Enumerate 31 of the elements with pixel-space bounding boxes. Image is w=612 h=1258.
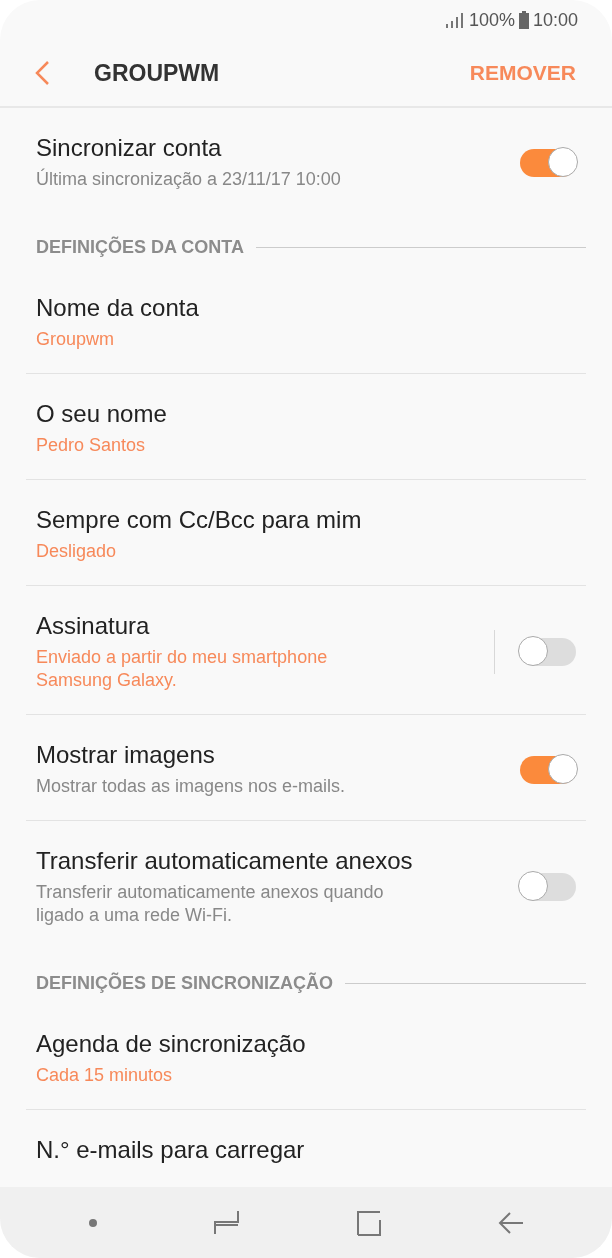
setting-subtitle: Desligado: [36, 540, 118, 563]
setting-title[interactable]: Agenda de sincronização: [36, 1030, 576, 1058]
page-title: GROUPWM: [94, 59, 221, 87]
battery-icon: [518, 11, 529, 29]
setting-subtitle: Enviado a partir do meu smartphone Samsung Galaxy.: [36, 646, 329, 692]
setting-subtitle: Cada 15 minutos: [36, 1064, 174, 1087]
setting-subtitle: Pedro Santos: [36, 434, 147, 457]
toggle-switch[interactable]: [520, 873, 576, 901]
toggle-switch[interactable]: [520, 148, 576, 177]
setting-title[interactable]: N.° e-mails para carregar: [36, 1136, 576, 1164]
setting-title[interactable]: Sincronizar conta: [36, 134, 520, 162]
battery-percentage: 100%: [468, 9, 515, 31]
setting-title[interactable]: Sempre com Cc/Bcc para mim: [36, 506, 576, 534]
signal-icon: [444, 12, 465, 28]
setting-subtitle: Groupwm: [36, 328, 116, 351]
toggle-switch[interactable]: [520, 755, 576, 784]
toggle-switch[interactable]: [520, 638, 576, 666]
setting-title[interactable]: Nome da conta: [36, 294, 576, 322]
back-nav-button[interactable]: [498, 1209, 524, 1236]
dot-icon: [88, 1217, 98, 1228]
setting-subtitle: Transferir automaticamente anexos quando ligado a uma rede Wi-Fi.: [36, 881, 385, 927]
home-button[interactable]: [356, 1209, 382, 1236]
setting-title[interactable]: Mostrar imagens: [36, 741, 520, 769]
setting-subtitle: Mostrar todas as imagens nos e-mails.: [36, 775, 347, 798]
setting-subtitle: Última sincronização a 23/11/17 10:00: [36, 168, 342, 191]
setting-title[interactable]: Transferir automaticamente anexos: [36, 847, 520, 875]
clock: 10:00: [532, 9, 578, 31]
section-header: DEFINIÇÕES DA CONTA: [36, 237, 244, 258]
setting-title[interactable]: Assinatura: [36, 612, 484, 640]
setting-title[interactable]: O seu nome: [36, 400, 576, 428]
section-header: DEFINIÇÕES DE SINCRONIZAÇÃO: [36, 973, 334, 994]
